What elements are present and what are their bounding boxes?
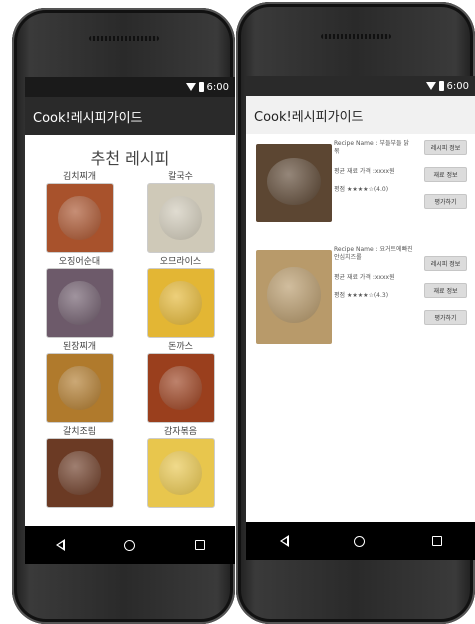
recipe-label: 칼국수 — [168, 172, 193, 182]
recipe-label: 감자볶음 — [163, 427, 198, 437]
nav-bar — [246, 522, 475, 560]
recipe-image[interactable] — [45, 268, 114, 338]
list-item[interactable]: Recipe Name : 요거트에빠진 안심치즈롤 평균 재료 가격 :xxx… — [246, 246, 475, 350]
recipe-image[interactable] — [45, 438, 114, 508]
recipe-card[interactable]: 갈치조림 — [31, 426, 128, 508]
recipe-actions: 레시피 정보 재료 정보 평가하기 — [424, 140, 467, 209]
recipe-info: Recipe Name : 부들부들 닭볶 평균 재료 가격 :xxxx원 평점… — [334, 140, 414, 244]
recipe-card[interactable]: 칼국수 — [132, 171, 229, 253]
recipe-info: Recipe Name : 요거트에빠진 안심치즈롤 평균 재료 가격 :xxx… — [334, 246, 414, 350]
screen-recipe-list: 6:00 Cook!레시피가이드 Recipe Name : 부들부들 닭볶 평… — [246, 76, 475, 560]
recipe-label: 돈까스 — [168, 342, 193, 352]
recipe-card[interactable]: 감자볶음 — [132, 426, 229, 508]
recipe-card[interactable]: 오므라이스 — [132, 256, 229, 338]
back-icon[interactable] — [55, 539, 65, 551]
recipe-name: Recipe Name : 부들부들 닭볶 — [334, 140, 410, 155]
app-title: Cook!레시피가이드 — [254, 109, 364, 125]
app-title: Cook!레시피가이드 — [33, 110, 143, 126]
status-bar: 6:00 — [25, 77, 235, 97]
recipe-label: 오징어순대 — [58, 257, 101, 267]
recipe-card[interactable]: 돈까스 — [132, 341, 229, 423]
recipe-label: 김치찌개 — [62, 172, 97, 182]
recipe-info-button[interactable]: 레시피 정보 — [424, 140, 467, 155]
rate-button[interactable]: 평가하기 — [424, 310, 467, 325]
recipe-image[interactable] — [146, 183, 215, 253]
status-time: 6:00 — [206, 81, 229, 93]
recipe-image[interactable] — [146, 353, 215, 423]
recipe-image[interactable] — [45, 183, 114, 253]
recipe-card[interactable]: 김치찌개 — [31, 171, 128, 253]
recipe-label: 갈치조림 — [62, 427, 97, 437]
screen-recommended: 6:00 Cook!레시피가이드 추천 레시피 김치찌개 칼국수 오징어순대 오… — [25, 77, 235, 564]
recipe-label: 오므라이스 — [159, 257, 202, 267]
phone-left: 6:00 Cook!레시피가이드 추천 레시피 김치찌개 칼국수 오징어순대 오… — [12, 8, 235, 624]
battery-icon — [438, 81, 444, 91]
recipe-price: 평균 재료 가격 :xxxx원 — [334, 274, 395, 281]
home-icon[interactable] — [124, 539, 135, 551]
recipe-rating: 평점 ★★★★☆(4.0) — [334, 186, 389, 193]
recipe-actions: 레시피 정보 재료 정보 평가하기 — [424, 256, 467, 325]
recipe-image[interactable] — [256, 144, 332, 222]
recipe-rating: 평점 ★★★★☆(4.3) — [334, 292, 389, 299]
recipe-image[interactable] — [256, 250, 332, 344]
status-time: 6:00 — [446, 80, 469, 92]
ingredient-info-button[interactable]: 재료 정보 — [424, 167, 467, 182]
recipe-info-button[interactable]: 레시피 정보 — [424, 256, 467, 271]
content: 추천 레시피 김치찌개 칼국수 오징어순대 오므라이스 된장찌개 돈까스 갈치조… — [25, 135, 235, 526]
wifi-icon — [425, 82, 436, 90]
status-bar: 6:00 — [246, 76, 475, 96]
recipe-card[interactable]: 된장찌개 — [31, 341, 128, 423]
app-bar: Cook!레시피가이드 — [246, 96, 475, 135]
recipe-image[interactable] — [146, 268, 215, 338]
battery-icon — [198, 82, 204, 92]
recipe-label: 된장찌개 — [62, 342, 97, 352]
recipe-image[interactable] — [146, 438, 215, 508]
recipe-image[interactable] — [45, 353, 114, 423]
page-title: 추천 레시피 — [90, 149, 170, 168]
ingredient-info-button[interactable]: 재료 정보 — [424, 283, 467, 298]
back-icon[interactable] — [279, 535, 290, 547]
content: Recipe Name : 부들부들 닭볶 평균 재료 가격 :xxxx원 평점… — [246, 134, 475, 522]
recipe-card[interactable]: 오징어순대 — [31, 256, 128, 338]
phone-right: 6:00 Cook!레시피가이드 Recipe Name : 부들부들 닭볶 평… — [236, 2, 475, 624]
recent-apps-icon[interactable] — [195, 540, 205, 550]
app-bar: Cook!레시피가이드 — [25, 97, 235, 135]
wifi-icon — [185, 83, 196, 91]
speaker-top — [88, 36, 159, 41]
list-item[interactable]: Recipe Name : 부들부들 닭볶 평균 재료 가격 :xxxx원 평점… — [246, 134, 475, 244]
recipe-name: Recipe Name : 요거트에빠진 안심치즈롤 — [334, 246, 413, 261]
nav-bar — [25, 526, 235, 564]
recipe-grid: 김치찌개 칼국수 오징어순대 오므라이스 된장찌개 돈까스 갈치조림 감자볶음 — [25, 171, 235, 508]
rate-button[interactable]: 평가하기 — [424, 194, 467, 209]
home-icon[interactable] — [354, 535, 366, 547]
recent-apps-icon[interactable] — [431, 536, 442, 546]
speaker-top — [320, 34, 391, 39]
recipe-price: 평균 재료 가격 :xxxx원 — [334, 168, 395, 175]
